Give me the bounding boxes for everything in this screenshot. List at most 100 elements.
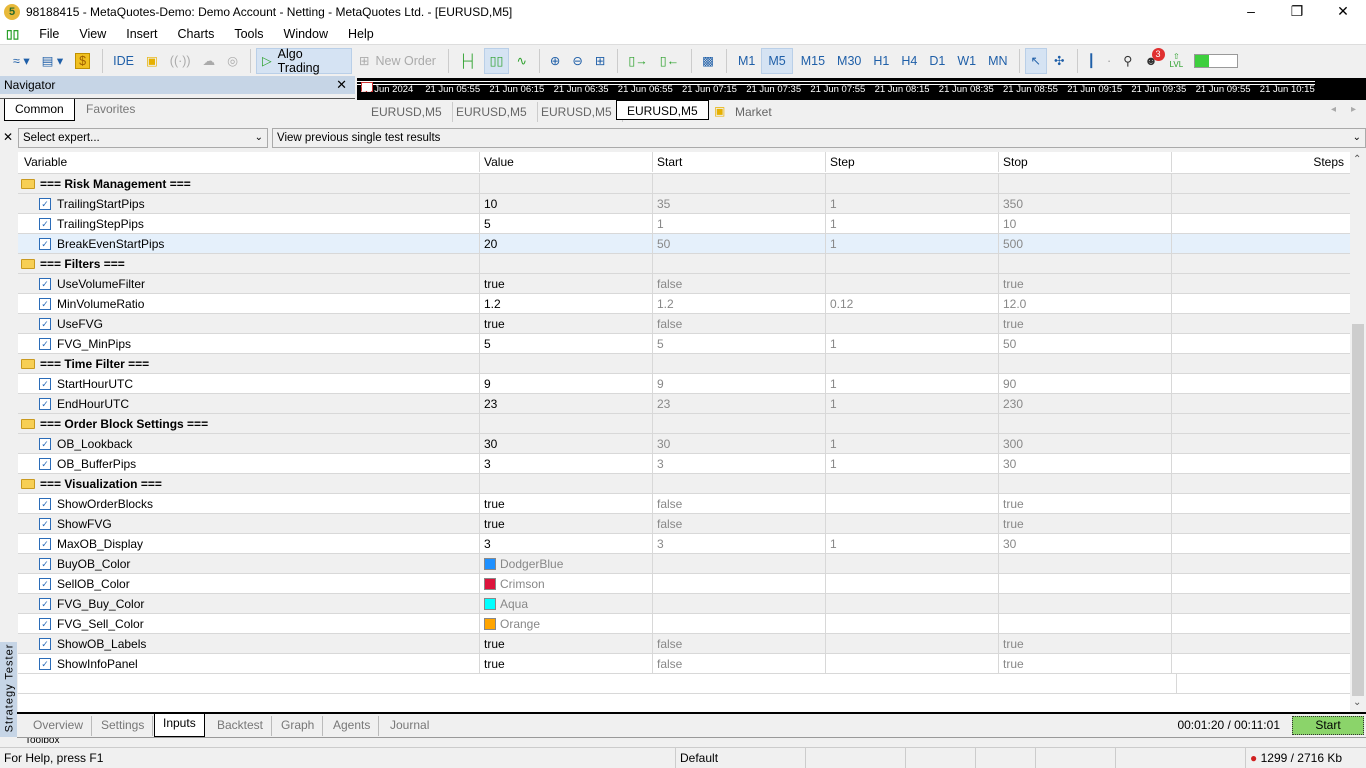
stop-cell[interactable]: 10 (999, 214, 1172, 234)
stop-cell[interactable]: 90 (999, 374, 1172, 394)
color-value[interactable]: Crimson (480, 574, 653, 594)
column-start[interactable]: Start (653, 152, 826, 172)
column-steps[interactable]: Steps (1172, 152, 1350, 172)
timeframe-m5[interactable]: M5 (761, 47, 793, 74)
checkbox[interactable]: ✓ (39, 278, 51, 290)
market-tab[interactable]: Market (725, 102, 782, 122)
stop-cell[interactable]: 30 (999, 454, 1172, 474)
start-cell[interactable]: 3 (653, 534, 826, 554)
notifications-icon[interactable]: ☻ 3 (1139, 47, 1165, 74)
start-cell[interactable]: 30 (653, 434, 826, 454)
timeframe-m1[interactable]: M1 (732, 48, 761, 74)
tab-settings[interactable]: Settings (93, 716, 154, 736)
timeframe-w1[interactable]: W1 (951, 48, 982, 74)
table-row[interactable]: ✓ OB_BufferPips 3 3 1 30 (18, 454, 1350, 474)
step-cell[interactable] (826, 654, 999, 674)
step-cell[interactable]: 1 (826, 194, 999, 214)
tile-windows-icon[interactable]: ⊞ (590, 48, 610, 74)
checkbox[interactable]: ✓ (39, 398, 51, 410)
color-value[interactable]: DodgerBlue (480, 554, 653, 574)
step-cell[interactable]: 1 (826, 454, 999, 474)
vps-icon[interactable]: ◎ (222, 48, 243, 74)
menu-view[interactable]: View (79, 27, 106, 41)
crosshair-icon[interactable]: ✣ (1049, 48, 1069, 74)
navigator-tab-favorites[interactable]: Favorites (76, 99, 145, 121)
value-cell[interactable]: 3 (480, 534, 653, 554)
value-cell[interactable]: true (480, 314, 653, 334)
checkbox[interactable]: ✓ (39, 318, 51, 330)
tab-agents[interactable]: Agents (325, 716, 380, 736)
results-select[interactable]: View previous single test results ⌄ (272, 128, 1366, 148)
algo-trading-button[interactable]: ▷ Algo Trading (256, 47, 353, 75)
start-cell[interactable]: 35 (653, 194, 826, 214)
start-cell[interactable]: 23 (653, 394, 826, 414)
step-cell[interactable]: 1 (826, 534, 999, 554)
checkbox[interactable]: ✓ (39, 378, 51, 390)
checkbox[interactable]: ✓ (39, 198, 51, 210)
checkbox[interactable]: ✓ (39, 598, 51, 610)
timeframe-d1[interactable]: D1 (923, 48, 951, 74)
menu-insert[interactable]: Insert (126, 27, 157, 41)
menu-file[interactable]: File (39, 27, 59, 41)
tester-close-icon[interactable]: ✕ (3, 130, 13, 144)
start-cell[interactable]: false (653, 514, 826, 534)
table-row[interactable]: ✓ TrailingStepPips 5 1 1 10 (18, 214, 1350, 234)
timeframe-h1[interactable]: H1 (867, 48, 895, 74)
start-cell[interactable]: false (653, 274, 826, 294)
vertical-line-icon[interactable]: ┃ (1083, 48, 1101, 74)
step-cell[interactable]: 1 (826, 394, 999, 414)
stop-cell[interactable]: 300 (999, 434, 1172, 454)
start-cell[interactable]: false (653, 634, 826, 654)
value-cell[interactable]: 23 (480, 394, 653, 414)
value-cell[interactable]: true (480, 634, 653, 654)
table-row[interactable]: ✓ UseFVG true false true (18, 314, 1350, 334)
candlestick-icon[interactable]: ▯▯ (483, 47, 510, 74)
table-row[interactable]: ✓ OB_Lookback 30 30 1 300 (18, 434, 1350, 454)
screenshot-icon[interactable]: ▩ (697, 48, 719, 74)
new-order-button[interactable]: ⊞ New Order (354, 48, 441, 74)
chart-shift-icon[interactable]: ▯← (655, 48, 684, 74)
table-row[interactable]: ✓ BreakEvenStartPips 20 50 1 500 (18, 234, 1350, 254)
stop-cell[interactable]: true (999, 514, 1172, 534)
line-chart-icon[interactable]: ≈ ▾ (8, 48, 35, 74)
timeframe-m30[interactable]: M30 (831, 48, 867, 74)
timeframe-h4[interactable]: H4 (895, 48, 923, 74)
value-cell[interactable]: true (480, 494, 653, 514)
table-row[interactable]: ✓ FVG_Buy_Color Aqua (18, 594, 1350, 614)
step-cell[interactable] (826, 274, 999, 294)
checkbox[interactable]: ✓ (39, 618, 51, 630)
ide-button[interactable]: IDE (108, 48, 139, 74)
value-cell[interactable]: 5 (480, 214, 653, 234)
value-cell[interactable]: 1.2 (480, 294, 653, 314)
scrollbar-thumb[interactable] (1352, 324, 1364, 696)
value-cell[interactable]: true (480, 274, 653, 294)
checkbox[interactable]: ✓ (39, 638, 51, 650)
stop-cell[interactable]: true (999, 654, 1172, 674)
expert-select[interactable]: Select expert... ⌄ (18, 128, 268, 148)
start-cell[interactable]: 9 (653, 374, 826, 394)
table-row[interactable]: ✓ MaxOB_Display 3 3 1 30 (18, 534, 1350, 554)
checkbox[interactable]: ✓ (39, 238, 51, 250)
strategy-tester-tab[interactable]: Strategy Tester (0, 642, 17, 737)
value-cell[interactable]: 10 (480, 194, 653, 214)
market-bag-icon[interactable]: ▣ (141, 48, 163, 74)
group-row[interactable]: === Order Block Settings === (18, 414, 1350, 434)
step-cell[interactable]: 1 (826, 434, 999, 454)
table-row[interactable]: ✓ ShowOrderBlocks true false true (18, 494, 1350, 514)
table-row[interactable]: ✓ EndHourUTC 23 23 1 230 (18, 394, 1350, 414)
value-cell[interactable]: 30 (480, 434, 653, 454)
table-row[interactable]: ✓ FVG_MinPips 5 5 1 50 (18, 334, 1350, 354)
dollar-icon[interactable]: $ (70, 48, 95, 74)
scroll-up-icon[interactable]: ⌃ (1353, 154, 1361, 165)
template-icon[interactable]: ▤ ▾ (37, 48, 69, 74)
stop-cell[interactable]: 50 (999, 334, 1172, 354)
dot-icon[interactable]: · (1102, 48, 1116, 74)
zoom-in-icon[interactable]: ⊕ (545, 48, 565, 74)
start-cell[interactable]: false (653, 654, 826, 674)
table-row[interactable]: ✓ FVG_Sell_Color Orange (18, 614, 1350, 634)
step-cell[interactable] (826, 634, 999, 654)
checkbox[interactable]: ✓ (39, 578, 51, 590)
stop-cell[interactable]: 12.0 (999, 294, 1172, 314)
step-cell[interactable]: 1 (826, 214, 999, 234)
menu-tools[interactable]: Tools (234, 27, 263, 41)
